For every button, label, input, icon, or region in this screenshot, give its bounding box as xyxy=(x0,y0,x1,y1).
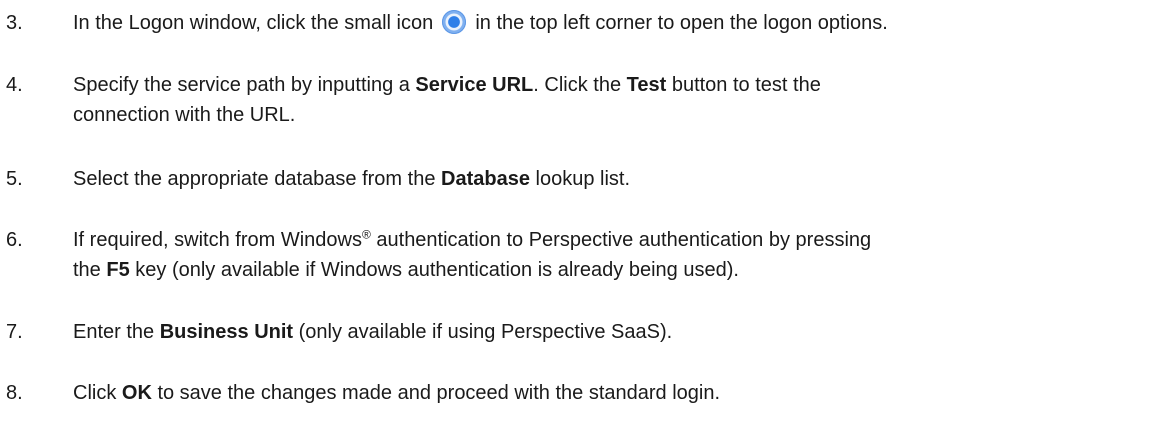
logon-options-icon xyxy=(441,10,466,34)
step-text: In the Logon window, click the small ico… xyxy=(73,10,888,34)
step-number: 4. xyxy=(6,74,23,96)
term-ok: OK xyxy=(121,382,152,404)
step-text: Select the appropriate database from the… xyxy=(73,168,631,190)
registered-mark: ® xyxy=(361,227,371,242)
step-number: 6. xyxy=(6,229,23,251)
step-number: 5. xyxy=(6,168,23,190)
term-database: Database xyxy=(441,168,530,190)
term-business-unit: Business Unit xyxy=(159,321,294,343)
step-number: 8. xyxy=(6,382,23,404)
step-text: Enter the Business Unit (only available … xyxy=(73,321,673,343)
step-number: 7. xyxy=(6,321,23,343)
step-number: 3. xyxy=(6,12,23,34)
step-text: Click OK to save the changes made and pr… xyxy=(73,382,721,404)
term-test-button: Test xyxy=(626,74,667,96)
step-text: Specify the service path by inputting a … xyxy=(73,74,821,126)
term-service-url: Service URL xyxy=(415,74,534,96)
term-f5-key: F5 xyxy=(106,259,130,281)
step-text: If required, switch from Windows® authen… xyxy=(73,227,872,281)
